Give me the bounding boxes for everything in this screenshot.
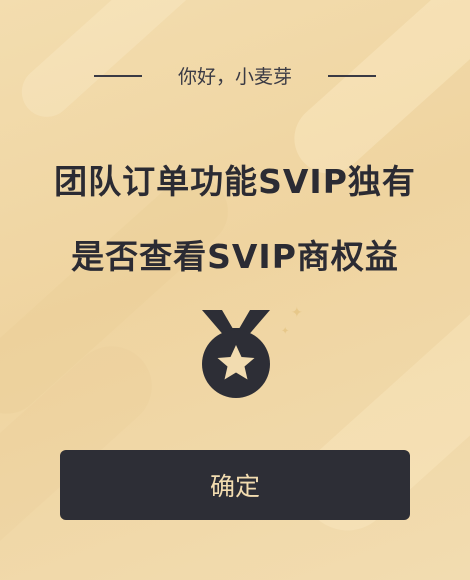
greeting-divider-left: [93, 74, 142, 77]
sparkle-icon: ✦: [281, 326, 290, 337]
greeting-divider-right: [328, 74, 376, 77]
confirm-button[interactable]: 确定: [60, 450, 410, 520]
greeting-row: 你好，小麦芽: [0, 62, 470, 89]
medal-icon: [196, 304, 276, 400]
title-line-2: 是否查看SVIP商权益: [71, 237, 399, 276]
svip-dialog: 你好，小麦芽 团队订单功能SVIP独有 是否查看SVIP商权益 ✦ ✦ 确定: [0, 0, 470, 580]
title-line-1: 团队订单功能SVIP独有: [54, 162, 416, 201]
greeting-text: 你好，小麦芽: [177, 66, 292, 88]
sparkle-icon: ✦: [291, 305, 303, 321]
